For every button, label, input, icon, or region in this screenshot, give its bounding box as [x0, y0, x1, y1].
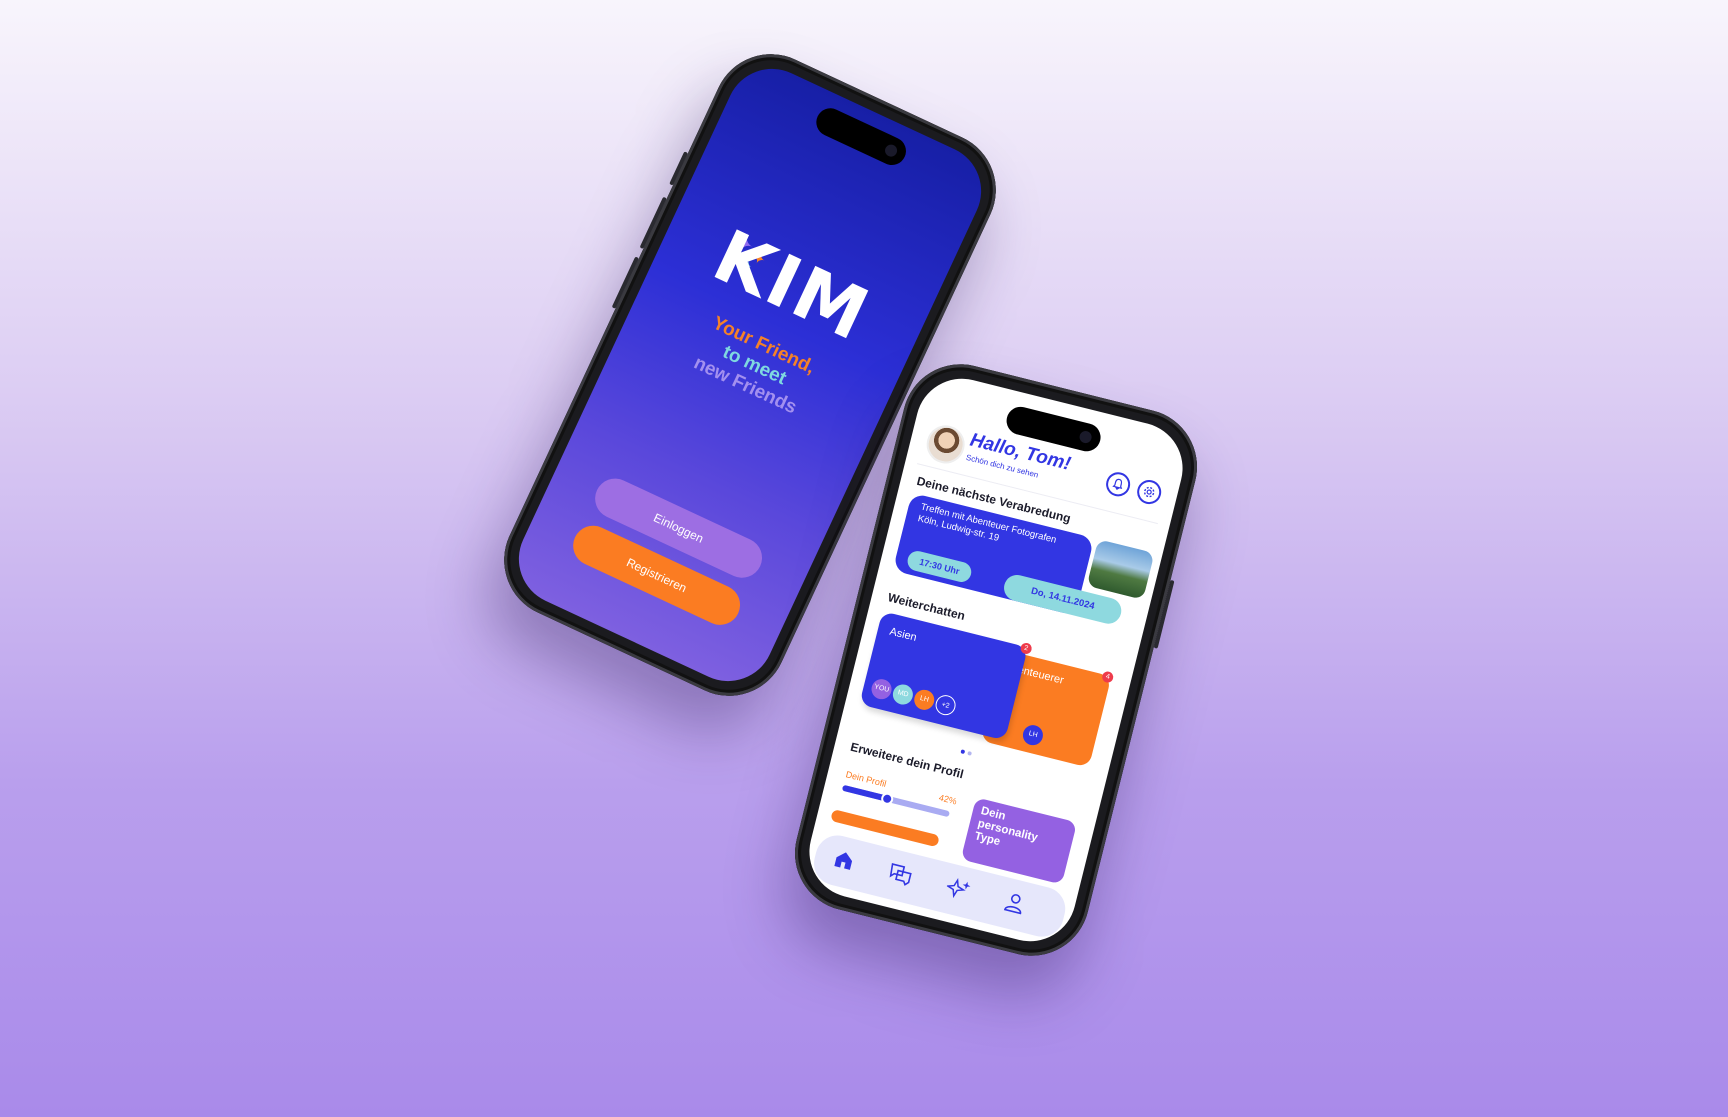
carousel-dots: [959, 741, 977, 762]
profile-icon[interactable]: [999, 889, 1031, 921]
chat-card-asien[interactable]: Asien 2 YOU MD LH +2: [859, 611, 1033, 741]
unread-badge: 2: [1019, 641, 1033, 656]
chat-name: Asien: [888, 625, 918, 644]
sparkle-icon[interactable]: [942, 875, 974, 907]
meeting-time: 17:30 Uhr: [905, 548, 974, 585]
member-avatar: LH: [1020, 723, 1046, 748]
avatar[interactable]: [922, 421, 969, 468]
member-avatar: MD: [890, 682, 916, 707]
member-avatar-more: +2: [933, 693, 958, 718]
bell-icon[interactable]: [1103, 469, 1133, 499]
carousel-dot-active[interactable]: [960, 749, 966, 755]
member-avatar: YOU: [869, 677, 894, 702]
member-avatar: LH: [912, 687, 937, 712]
home-icon[interactable]: [828, 846, 860, 878]
chat-icon[interactable]: [884, 860, 916, 892]
meeting-image: [1086, 539, 1155, 600]
dynamic-island: [811, 103, 911, 170]
profile-progress-bar: [841, 784, 951, 818]
gear-icon[interactable]: [1134, 477, 1164, 507]
profile-progress-knob[interactable]: [880, 791, 895, 807]
profile-progress-percent: 42%: [937, 792, 958, 807]
brand-block: KIM Your Friend, to meet new Friends: [617, 190, 933, 454]
carousel-dot[interactable]: [967, 750, 973, 756]
unread-badge: 4: [1101, 670, 1115, 684]
